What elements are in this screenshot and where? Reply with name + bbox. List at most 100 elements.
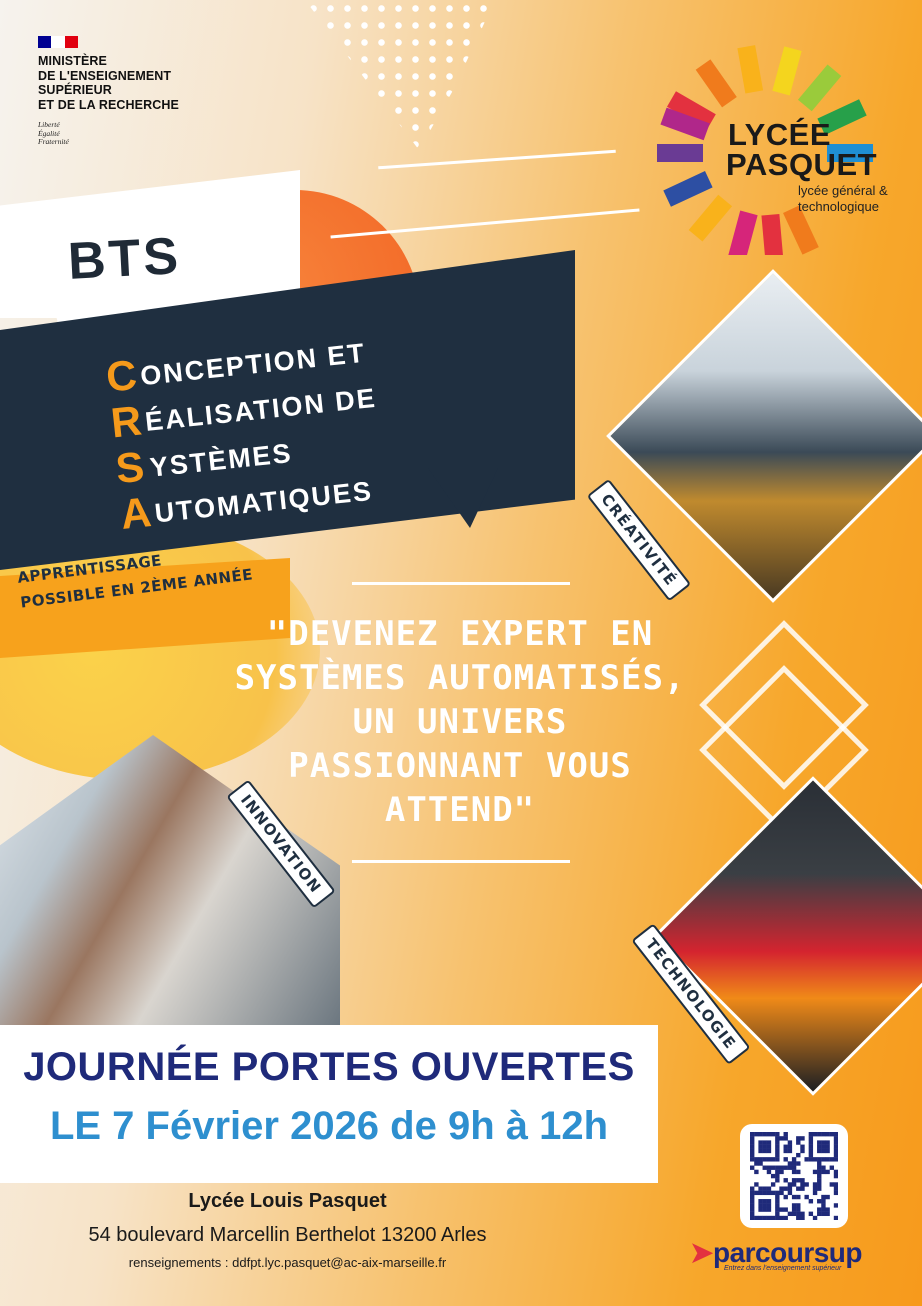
qr-module [754, 1157, 759, 1162]
qr-module [791, 1161, 797, 1166]
qr-module [775, 1194, 780, 1200]
qr-module [800, 1136, 805, 1141]
qr-module [787, 1144, 793, 1149]
qr-module [800, 1144, 805, 1149]
qr-module [783, 1148, 788, 1154]
qr-module [829, 1182, 835, 1187]
parcoursup-tagline: Entrez dans l'enseignement supérieur [724, 1265, 842, 1272]
qr-module [770, 1215, 776, 1220]
deco-line-4 [352, 860, 570, 863]
qr-module [817, 1178, 822, 1183]
flyer: MINISTÈRE DE L'ENSEIGNEMENT SUPÉRIEUR ET… [0, 0, 922, 1306]
lycee-subtitle-line: technologique [798, 199, 879, 214]
qr-module [808, 1211, 814, 1217]
qr-module [750, 1157, 755, 1162]
qr-module [808, 1144, 814, 1149]
lycee-logo-line: LYCÉE [728, 117, 832, 152]
qr-module [766, 1132, 772, 1137]
qr-module [825, 1194, 830, 1200]
contact-email[interactable]: renseignements : ddfpt.lyc.pasquet@ac-ai… [0, 1255, 575, 1270]
sunburst-ray [783, 205, 819, 255]
qr-module [750, 1136, 755, 1141]
qr-module [817, 1211, 822, 1217]
qr-module [817, 1186, 822, 1191]
qr-module [762, 1140, 767, 1145]
qr-module [775, 1178, 780, 1183]
program-initial: R [108, 396, 144, 447]
dot-pattern [305, 0, 495, 150]
lycee-logo-name: LYCÉE PASQUET [726, 117, 877, 180]
qr-module [754, 1161, 759, 1166]
lycee-subtitle-line: lycée général & [798, 183, 888, 198]
qr-module [787, 1186, 793, 1191]
qr-module [817, 1207, 822, 1212]
qr-module [750, 1215, 755, 1220]
qr-module [833, 1190, 838, 1196]
qr-module [783, 1194, 788, 1200]
deco-line-1 [378, 149, 616, 170]
ministry-line: MINISTÈRE [38, 54, 107, 68]
qr-module [821, 1144, 826, 1149]
qr-module [804, 1182, 809, 1187]
qr-module [750, 1194, 755, 1200]
qr-module [770, 1132, 776, 1137]
qr-module [833, 1215, 838, 1220]
qr-module [791, 1194, 797, 1200]
quote-line: UN UNIVERS [352, 702, 568, 742]
qr-module [833, 1157, 838, 1162]
qr-module [766, 1215, 772, 1220]
french-flag-icon [38, 36, 78, 48]
qr-module [750, 1207, 755, 1212]
quote-line: SYSTÈMES AUTOMATISÉS, [234, 658, 686, 698]
qr-module [766, 1144, 772, 1149]
qr-module [787, 1140, 793, 1145]
qr-module [821, 1165, 826, 1170]
qr-module [775, 1173, 780, 1179]
qr-module [775, 1132, 780, 1137]
qr-module [766, 1199, 772, 1204]
qr-module [758, 1215, 763, 1220]
qr-module [791, 1157, 797, 1162]
qr-module [796, 1152, 801, 1158]
qr-module [829, 1132, 835, 1137]
motto-line: Fraternité [38, 137, 69, 147]
qr-module [758, 1148, 763, 1154]
qr-module [800, 1186, 805, 1191]
qr-module [750, 1148, 755, 1154]
program-initial: A [118, 488, 154, 538]
qr-module [812, 1157, 818, 1162]
qr-module [787, 1190, 793, 1196]
qr-module [817, 1165, 822, 1170]
qr-module [796, 1169, 801, 1175]
qr-module [758, 1157, 763, 1162]
qr-module [800, 1215, 805, 1220]
qr-module [775, 1165, 780, 1170]
qr-module [796, 1207, 801, 1212]
qr-module [754, 1190, 759, 1196]
qr-module [775, 1148, 780, 1154]
program-initial: S [113, 442, 147, 493]
quote-line: PASSIONNANT VOUS [288, 746, 632, 786]
qr-module [762, 1132, 767, 1137]
qr-module [783, 1207, 788, 1212]
qr-module [821, 1169, 826, 1175]
qr-module [783, 1165, 788, 1170]
qr-module [817, 1199, 822, 1204]
qr-module [808, 1132, 814, 1137]
qr-module [754, 1169, 759, 1175]
qr-module [787, 1165, 793, 1170]
qr-module [754, 1182, 759, 1187]
qr-module [808, 1140, 814, 1145]
qr-module [783, 1132, 788, 1137]
qr-module [775, 1169, 780, 1175]
qr-module [766, 1165, 772, 1170]
qr-module [766, 1186, 772, 1191]
qr-module [779, 1169, 784, 1175]
qr-module [812, 1132, 818, 1137]
qr-module [783, 1157, 788, 1162]
qr-module [796, 1203, 801, 1208]
qr-module [825, 1207, 830, 1212]
qr-code-icon[interactable] [750, 1132, 838, 1220]
qr-module [783, 1215, 788, 1220]
sunburst-ray [728, 210, 758, 255]
